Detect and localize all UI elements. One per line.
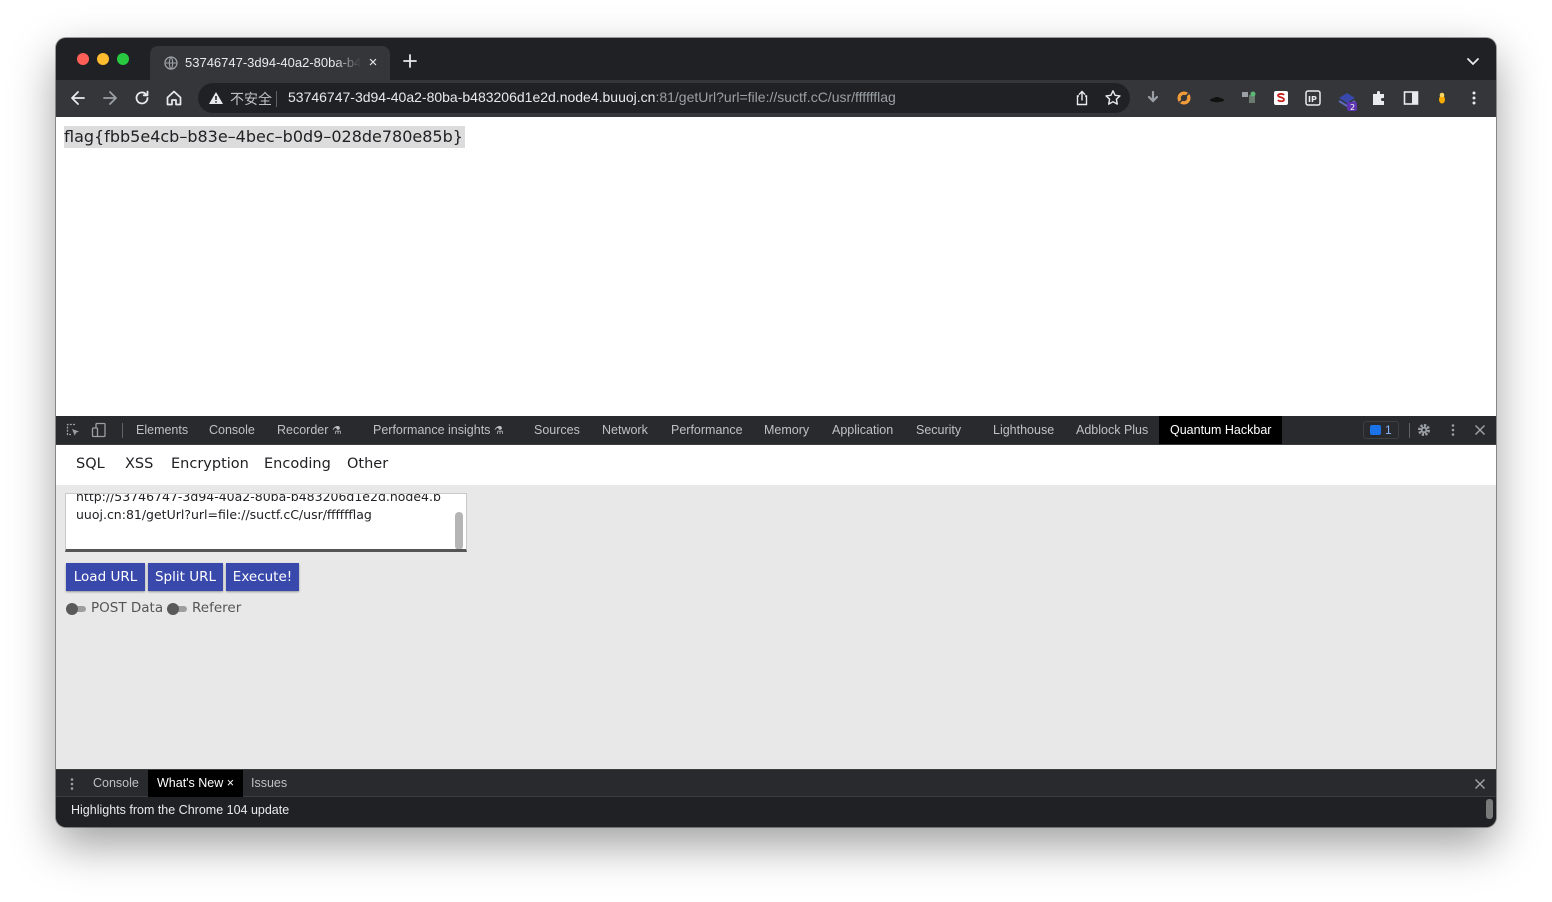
menu-xss[interactable]: XSS	[125, 456, 153, 472]
drawer-menu-icon[interactable]	[64, 776, 80, 792]
more-vertical-icon[interactable]	[1465, 89, 1483, 107]
url-host: 53746747-3d94-40a2-80ba-b483206d1e2d.nod…	[288, 89, 656, 105]
extension-ip-icon[interactable]: IP	[1304, 89, 1322, 107]
inspect-element-icon[interactable]	[65, 422, 81, 438]
extension-hackbar-icon[interactable]: 2	[1336, 89, 1358, 111]
tab-performance[interactable]: Performance	[671, 416, 743, 444]
tab-quantum-hackbar[interactable]: Quantum Hackbar	[1159, 416, 1283, 444]
flag-text: flag{fbb5e4cb–b83e–4bec–b0d9–028de780e85…	[64, 126, 465, 148]
tab-performance-insights-label: Performance insights	[373, 423, 491, 437]
address-bar[interactable]: 不安全 53746747-3d94-40a2-80ba-b483206d1e2d…	[198, 83, 1130, 113]
tab-application[interactable]: Application	[832, 416, 893, 444]
devtools-drawer-tabbar: Console What's New × Issues	[56, 769, 1496, 797]
tab-memory[interactable]: Memory	[764, 416, 809, 444]
tab-close-icon[interactable]: ×	[364, 54, 382, 72]
tab-console[interactable]: Console	[209, 416, 255, 444]
post-data-label: POST Data	[91, 600, 164, 616]
url-textarea-value: http://53746747-3d94-40a2-80ba-b483206d1…	[76, 493, 441, 522]
extension-orange-icon[interactable]	[1175, 89, 1193, 107]
extension-s-icon[interactable]	[1272, 89, 1290, 107]
post-data-toggle[interactable]	[66, 603, 86, 615]
split-url-button[interactable]: Split URL	[148, 563, 223, 591]
menu-encoding[interactable]: Encoding	[264, 456, 331, 472]
forward-arrow-icon[interactable]	[100, 88, 120, 108]
tab-adblock-plus[interactable]: Adblock Plus	[1076, 416, 1148, 444]
puzzle-extensions-icon[interactable]	[1370, 89, 1388, 107]
home-icon[interactable]	[164, 88, 184, 108]
zoom-window-button[interactable]	[117, 53, 129, 65]
hackbar-menu: SQL XSS Encryption Encoding Other	[56, 445, 1496, 485]
bookmark-star-icon[interactable]	[1104, 89, 1122, 107]
toggle-thumb	[167, 603, 179, 615]
tab-title: 53746747-3d94-40a2-80ba-b483206d1e2d.nod…	[185, 55, 361, 70]
whats-new-heading: Highlights from the Chrome 104 update	[71, 803, 290, 817]
drawer-tab-console[interactable]: Console	[93, 770, 139, 797]
drawer-tab-close-icon[interactable]: ×	[227, 776, 234, 790]
tab-recorder-label: Recorder	[277, 423, 329, 437]
url-text[interactable]: 53746747-3d94-40a2-80ba-b483206d1e2d.nod…	[288, 89, 896, 105]
extension-wappalyzer-icon[interactable]	[1240, 89, 1258, 107]
flask-icon: ⚗	[331, 425, 342, 437]
execute-button[interactable]: Execute!	[226, 563, 299, 591]
tab-security[interactable]: Security	[916, 416, 961, 444]
globe-icon	[164, 56, 178, 70]
device-toolbar-icon[interactable]	[91, 422, 107, 438]
url-path: :81/getUrl?url=file://suctf.cC/usr/fffff…	[655, 89, 896, 105]
flask-icon: ⚗	[493, 425, 504, 437]
drawer-tab-issues[interactable]: Issues	[251, 770, 287, 797]
menu-sql[interactable]: SQL	[76, 456, 105, 472]
profile-avatar-icon[interactable]	[1433, 89, 1451, 107]
browser-toolbar: 不安全 53746747-3d94-40a2-80ba-b483206d1e2d…	[56, 80, 1496, 117]
tab-lighthouse[interactable]: Lighthouse	[993, 416, 1054, 444]
whats-new-panel: Highlights from the Chrome 104 update	[56, 797, 1496, 827]
more-vertical-icon[interactable]	[1445, 422, 1461, 438]
side-panel-icon[interactable]	[1402, 89, 1420, 107]
share-icon[interactable]	[1074, 90, 1090, 106]
browser-window: 53746747-3d94-40a2-80ba-b483206d1e2d.nod…	[56, 38, 1496, 827]
issues-count: 1	[1385, 423, 1392, 437]
insecure-label[interactable]: 不安全	[230, 89, 272, 109]
tab-network[interactable]: Network	[602, 416, 648, 444]
hackbar-panel: http://53746747-3d94-40a2-80ba-b483206d1…	[56, 485, 1496, 769]
drawer-tab-whats-new-label: What's New	[157, 776, 224, 790]
menu-other[interactable]: Other	[347, 456, 388, 472]
new-tab-icon[interactable]	[400, 51, 420, 71]
tab-elements[interactable]: Elements	[136, 416, 188, 444]
download-icon[interactable]	[1144, 89, 1162, 107]
extension-hat-icon[interactable]	[1208, 89, 1226, 107]
referer-toggle[interactable]	[167, 603, 187, 615]
omnibox-divider	[276, 91, 277, 107]
close-icon[interactable]	[1472, 422, 1488, 438]
url-textarea[interactable]: http://53746747-3d94-40a2-80ba-b483206d1…	[65, 493, 467, 552]
browser-tab[interactable]: 53746747-3d94-40a2-80ba-b483206d1e2d.nod…	[150, 46, 390, 80]
load-url-button[interactable]: Load URL	[66, 563, 145, 591]
back-arrow-icon[interactable]	[68, 88, 88, 108]
devtools-divider	[1409, 423, 1410, 438]
gear-icon[interactable]	[1416, 422, 1432, 438]
menu-encryption[interactable]: Encryption	[171, 456, 249, 472]
warning-icon[interactable]	[208, 91, 224, 105]
referer-label: Referer	[192, 600, 242, 616]
tab-strip: 53746747-3d94-40a2-80ba-b483206d1e2d.nod…	[56, 38, 1496, 80]
devtools-tabbar: Elements Console Recorder ⚗ Performance …	[56, 416, 1496, 445]
toggle-thumb	[66, 603, 78, 615]
drawer-scrollbar[interactable]	[1486, 799, 1493, 819]
chevron-down-icon[interactable]	[1464, 52, 1482, 70]
tab-sources[interactable]: Sources	[534, 416, 580, 444]
extension-badge: 2	[1350, 103, 1355, 111]
close-drawer-icon[interactable]	[1472, 776, 1488, 792]
tab-recorder[interactable]: Recorder ⚗	[277, 416, 342, 444]
message-icon	[1370, 425, 1381, 435]
page-viewport: flag{fbb5e4cb–b83e–4bec–b0d9–028de780e85…	[56, 117, 1496, 416]
issues-badge[interactable]: 1	[1363, 421, 1399, 439]
devtools-divider	[122, 423, 123, 438]
close-window-button[interactable]	[77, 53, 89, 65]
tab-performance-insights[interactable]: Performance insights ⚗	[373, 416, 504, 444]
reload-icon[interactable]	[132, 88, 152, 108]
minimize-window-button[interactable]	[97, 53, 109, 65]
drawer-tab-whats-new[interactable]: What's New ×	[148, 770, 244, 797]
svg-text:IP: IP	[1308, 95, 1317, 104]
textarea-scrollbar[interactable]	[455, 512, 463, 549]
